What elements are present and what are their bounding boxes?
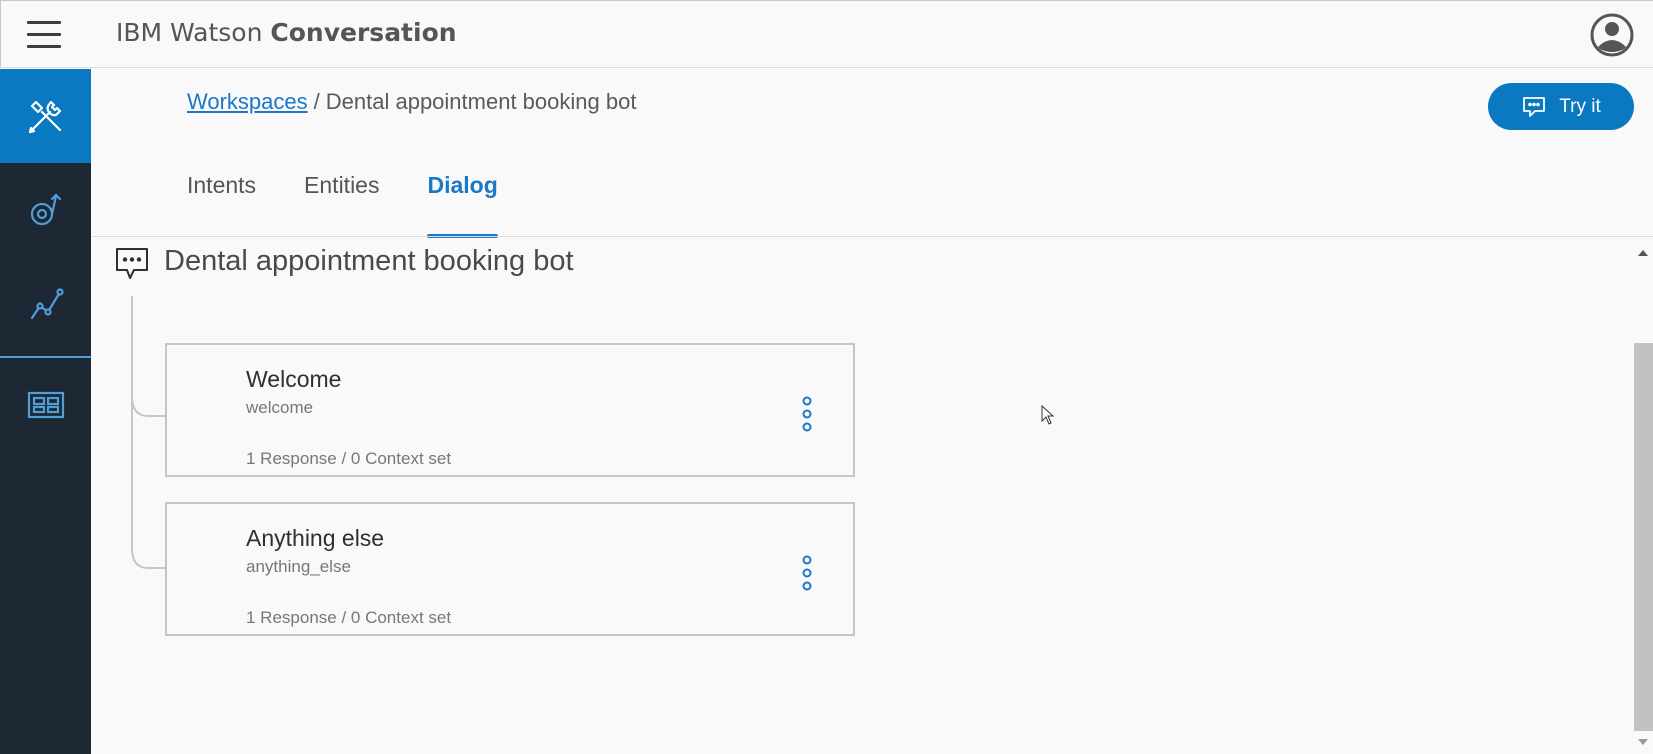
try-it-button[interactable]: Try it <box>1488 83 1634 130</box>
app-window: IBM Watson Conversation Workspaces / Den… <box>0 0 1653 754</box>
mouse-cursor-icon <box>1041 405 1055 425</box>
sidebar-item-build[interactable] <box>0 69 91 163</box>
tab-entities[interactable]: Entities <box>304 172 379 238</box>
node-condition: welcome <box>246 398 314 417</box>
app-title: IBM Watson Conversation <box>116 18 457 47</box>
breadcrumb-separator: / <box>313 89 320 114</box>
build-tools-icon <box>28 100 61 134</box>
dialog-node-anything-else[interactable]: Anything else anything_else 1 Response /… <box>165 502 855 636</box>
scroll-up-arrow-icon[interactable] <box>1636 246 1650 258</box>
node-condition: anything_else <box>246 557 351 576</box>
user-avatar-icon[interactable] <box>1590 13 1634 57</box>
improve-icon <box>30 193 61 226</box>
sidebar-item-deploy[interactable] <box>0 358 91 452</box>
breadcrumb-workspaces-link[interactable]: Workspaces <box>187 89 308 114</box>
analytics-line-icon <box>30 288 64 320</box>
brand-bold: Conversation <box>270 18 457 47</box>
tab-intents[interactable]: Intents <box>187 172 256 238</box>
scroll-down-arrow-icon[interactable] <box>1636 736 1650 748</box>
dialog-bubble-icon <box>113 245 151 283</box>
workspace-tabs: Intents Entities Dialog <box>187 172 546 238</box>
scrollbar-thumb[interactable] <box>1634 343 1653 731</box>
node-overflow-menu-icon[interactable] <box>799 554 815 594</box>
left-sidebar <box>0 69 91 754</box>
dialog-node-welcome[interactable]: Welcome welcome 1 Response / 0 Context s… <box>165 343 855 477</box>
breadcrumb: Workspaces / Dental appointment booking bo… <box>187 89 636 115</box>
deploy-grid-icon <box>27 391 64 419</box>
tabs-divider <box>91 236 1653 237</box>
node-name: Anything else <box>246 525 385 551</box>
chat-bubble-icon <box>1523 96 1546 117</box>
sidebar-item-analytics[interactable] <box>0 257 91 351</box>
try-it-label: Try it <box>1559 95 1601 117</box>
sidebar-item-improve[interactable] <box>0 163 91 257</box>
node-name: Welcome <box>246 366 342 392</box>
dialog-tree-connector <box>131 296 166 569</box>
brand-light: IBM Watson <box>116 18 271 47</box>
node-summary: 1 Response / 0 Context set <box>246 449 452 468</box>
hamburger-menu-icon[interactable] <box>27 19 61 49</box>
node-overflow-menu-icon[interactable] <box>799 395 815 435</box>
node-summary: 1 Response / 0 Context set <box>246 608 452 627</box>
tab-dialog[interactable]: Dialog <box>427 172 499 238</box>
breadcrumb-current: Dental appointment booking bot <box>325 89 637 114</box>
top-header: IBM Watson Conversation <box>0 0 1653 68</box>
dialog-title: Dental appointment booking bot <box>164 245 574 277</box>
